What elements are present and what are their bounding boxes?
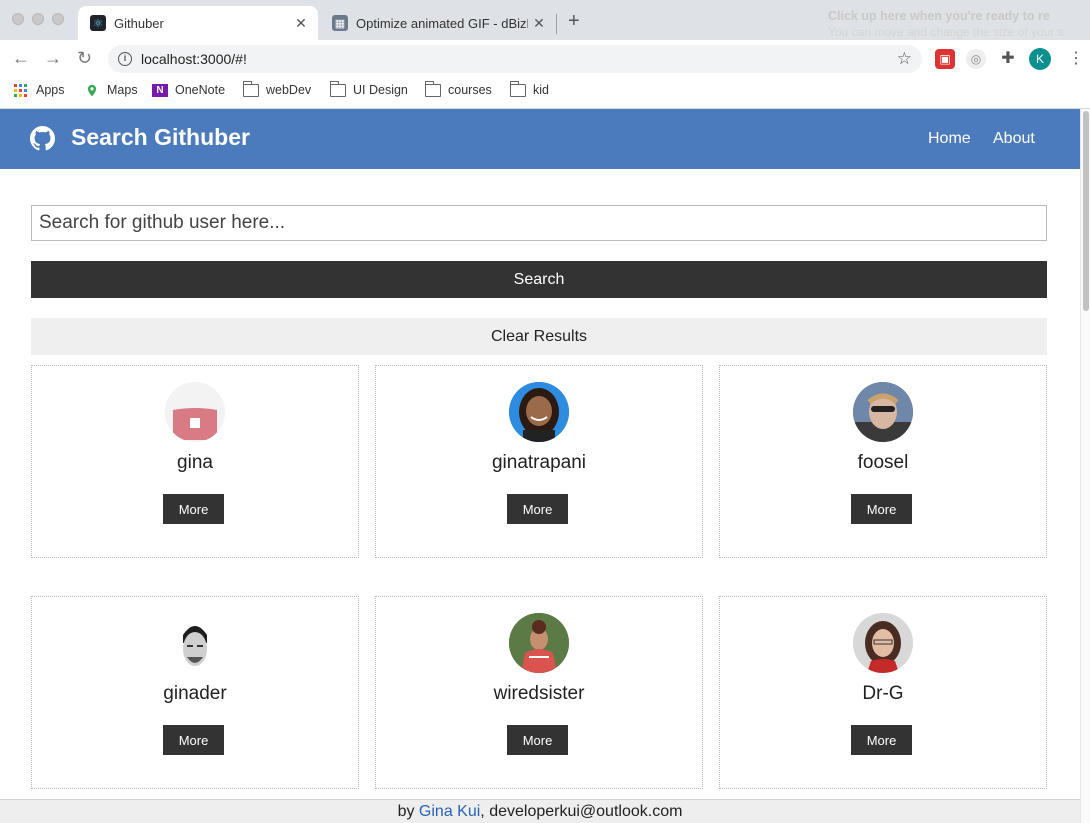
avatar xyxy=(165,613,225,673)
apps-grid-icon xyxy=(14,83,27,97)
browser-menu-icon[interactable]: ⋮ xyxy=(1068,48,1084,68)
bookmark-label: UI Design xyxy=(353,83,408,97)
address-bar-url[interactable]: localhost:3000/#! xyxy=(141,51,897,67)
info-icon[interactable]: i xyxy=(118,52,132,66)
footer-email: , developerkui@outlook.com xyxy=(480,803,683,820)
close-icon[interactable]: ✕ xyxy=(290,15,312,32)
tab-title: Githuber xyxy=(114,15,164,31)
new-tab-plus-icon[interactable]: + xyxy=(568,10,580,33)
bookmark-label: kid xyxy=(533,83,549,97)
bookmark-label: Maps xyxy=(107,83,138,97)
app-header: Search Githuber Home About xyxy=(0,109,1080,169)
bookmark-apps[interactable]: Apps xyxy=(13,83,65,97)
user-card: foosel More xyxy=(719,365,1047,558)
nav-home-link[interactable]: Home xyxy=(928,130,971,148)
more-button[interactable]: More xyxy=(851,494,912,524)
more-button[interactable]: More xyxy=(163,494,224,524)
tab-title: Optimize animated GIF - dBizE xyxy=(356,15,528,31)
gif-tool-icon: ▦ xyxy=(332,15,348,31)
avatar xyxy=(509,382,569,442)
user-card: ginatrapani More xyxy=(375,365,703,558)
window-close-button[interactable] xyxy=(12,13,24,25)
folder-icon xyxy=(509,80,526,97)
folder-icon xyxy=(242,80,259,97)
author-link[interactable]: Gina Kui xyxy=(419,803,480,820)
user-card: gina More xyxy=(31,365,359,558)
bookmark-label: courses xyxy=(448,83,492,97)
profile-avatar[interactable]: K xyxy=(1029,48,1051,70)
bookmark-maps[interactable]: Maps xyxy=(84,83,138,97)
bookmark-label: webDev xyxy=(266,83,312,97)
bookmark-folder-kid[interactable]: kid xyxy=(509,80,549,97)
bookmark-star-icon[interactable]: ☆ xyxy=(897,49,912,69)
recording-overlay-text: Click up here when you're ready to re xyxy=(828,9,1050,23)
close-icon[interactable]: ✕ xyxy=(528,15,550,32)
bookmark-folder-courses[interactable]: courses xyxy=(424,80,492,97)
address-bar[interactable]: i localhost:3000/#! ☆ xyxy=(108,45,922,73)
forward-arrow-icon[interactable]: → xyxy=(44,48,62,69)
folder-icon xyxy=(424,80,441,97)
avatar xyxy=(853,613,913,673)
window-minimize-button[interactable] xyxy=(32,13,44,25)
bookmark-folder-webdev[interactable]: webDev xyxy=(242,80,312,97)
github-icon[interactable] xyxy=(30,126,55,151)
username: ginatrapani xyxy=(491,452,587,473)
username: gina xyxy=(177,452,213,473)
recording-overlay-hint: You can move and change the size of your… xyxy=(828,25,1064,39)
scrollbar-thumb[interactable] xyxy=(1083,111,1089,311)
user-card: wiredsister More xyxy=(375,596,703,789)
avatar xyxy=(165,382,225,442)
avatar xyxy=(509,613,569,673)
bookmark-label: Apps xyxy=(36,83,65,97)
username: Dr-G xyxy=(862,683,904,704)
extension-circle-icon[interactable]: ◎ xyxy=(966,49,986,69)
clear-results-button[interactable]: Clear Results xyxy=(31,318,1047,355)
back-arrow-icon[interactable]: ← xyxy=(12,48,30,69)
page-scrollbar[interactable] xyxy=(1080,109,1090,823)
window-zoom-button[interactable] xyxy=(52,13,64,25)
more-button[interactable]: More xyxy=(507,494,568,524)
bookmark-onenote[interactable]: N OneNote xyxy=(152,83,225,97)
search-button[interactable]: Search xyxy=(31,261,1047,298)
more-button[interactable]: More xyxy=(507,725,568,755)
extension-red-icon[interactable]: ▣ xyxy=(935,49,955,69)
more-button[interactable]: More xyxy=(163,725,224,755)
nav-about-link[interactable]: About xyxy=(993,130,1035,148)
app-title[interactable]: Search Githuber xyxy=(71,124,250,151)
folder-icon xyxy=(329,80,346,97)
bookmark-folder-ui-design[interactable]: UI Design xyxy=(329,80,408,97)
username: foosel xyxy=(857,452,909,473)
browser-tab-optimize-gif[interactable]: ▦ Optimize animated GIF - dBizE ✕ xyxy=(320,6,556,40)
react-icon: ⚛ xyxy=(90,15,106,31)
browser-tab-strip: ⚛ Githuber ✕ ▦ Optimize animated GIF - d… xyxy=(0,0,1090,40)
more-button[interactable]: More xyxy=(851,725,912,755)
page-footer: by Gina Kui, developerkui@outlook.com xyxy=(0,799,1080,823)
user-card: ginader More xyxy=(31,596,359,789)
reload-icon[interactable]: ↻ xyxy=(77,48,92,69)
username: wiredsister xyxy=(493,683,585,704)
browser-tab-githuber[interactable]: ⚛ Githuber ✕ xyxy=(78,6,318,40)
extensions-puzzle-icon[interactable]: ✚ xyxy=(998,49,1018,69)
bookmarks-bar: Apps Maps N OneNote webDev UI Design cou… xyxy=(0,78,1090,109)
search-input[interactable] xyxy=(31,205,1047,241)
onenote-icon: N xyxy=(152,83,168,97)
browser-toolbar: ← → ↻ i localhost:3000/#! ☆ ▣ ◎ ✚ K ⋮ xyxy=(0,40,1090,78)
bookmark-label: OneNote xyxy=(175,83,226,97)
avatar xyxy=(853,382,913,442)
username: ginader xyxy=(163,683,227,704)
maps-pin-icon xyxy=(87,84,97,96)
tab-separator xyxy=(556,14,557,34)
footer-by: by xyxy=(397,803,415,820)
user-card: Dr-G More xyxy=(719,596,1047,789)
